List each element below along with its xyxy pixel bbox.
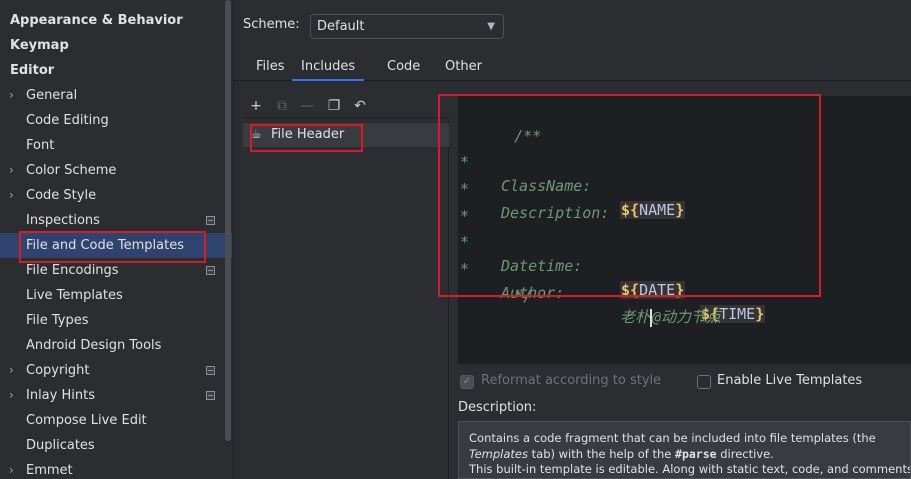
sidebar-item-keymap[interactable]: Keymap bbox=[0, 33, 232, 58]
scheme-select[interactable]: Default ▼ bbox=[310, 14, 504, 39]
highlight-box-editor bbox=[438, 94, 821, 297]
chevron-right-icon[interactable]: › bbox=[9, 458, 14, 479]
sidebar-item-label: Emmet bbox=[26, 463, 73, 478]
project-level-icon bbox=[206, 216, 215, 225]
sidebar-item-android-design-tools[interactable]: Android Design Tools bbox=[0, 333, 232, 358]
sidebar-item-label: File Encodings bbox=[26, 263, 119, 278]
description-line: This built-in template is editable. Alon… bbox=[469, 462, 911, 476]
sidebar-item-file-types[interactable]: File Types bbox=[0, 308, 232, 333]
highlight-box-template bbox=[250, 124, 363, 152]
duplicate-icon[interactable]: ❐ bbox=[325, 97, 343, 115]
chevron-right-icon[interactable]: › bbox=[9, 383, 14, 408]
reset-icon[interactable]: ↶ bbox=[351, 97, 369, 115]
sidebar-item-duplicates[interactable]: Duplicates bbox=[0, 433, 232, 458]
reformat-checkbox[interactable]: ✓ bbox=[460, 375, 474, 389]
description-panel: Contains a code fragment that can be inc… bbox=[458, 421, 911, 479]
tab-code[interactable]: Code bbox=[387, 59, 420, 81]
live-templates-checkbox[interactable] bbox=[697, 375, 711, 389]
sidebar-item-label: Code Style bbox=[26, 188, 97, 203]
sidebar-item-label: Color Scheme bbox=[26, 163, 117, 178]
project-level-icon bbox=[206, 366, 215, 375]
description-label: Description: bbox=[458, 400, 537, 415]
chevron-right-icon[interactable]: › bbox=[9, 158, 14, 183]
description-line: Templates tab) with the help of the #par… bbox=[469, 446, 774, 461]
template-tabs: Files Includes Code Other bbox=[234, 54, 911, 81]
sidebar-item-appearance-behavior[interactable]: Appearance & Behavior bbox=[0, 8, 232, 33]
sidebar-item-compose-live-edit[interactable]: Compose Live Edit bbox=[0, 408, 232, 433]
sidebar-item-label: Compose Live Edit bbox=[26, 413, 147, 428]
sidebar-item-copyright[interactable]: › Copyright bbox=[0, 358, 232, 383]
sidebar-item-label: Android Design Tools bbox=[26, 338, 162, 353]
sidebar-item-live-templates[interactable]: Live Templates bbox=[0, 283, 232, 308]
sidebar-item-label: Font bbox=[26, 138, 55, 153]
chevron-right-icon[interactable]: › bbox=[9, 83, 14, 108]
tab-files[interactable]: Files bbox=[256, 59, 285, 81]
scheme-value: Default bbox=[317, 19, 365, 34]
sidebar-item-label: Editor bbox=[10, 63, 55, 78]
highlight-box-sidebar bbox=[19, 231, 206, 263]
template-options: ✓ Reformat according to style Enable Liv… bbox=[458, 372, 911, 392]
sidebar-item-label: General bbox=[26, 88, 78, 103]
live-templates-label: Enable Live Templates bbox=[717, 373, 863, 388]
sidebar-item-font[interactable]: Font bbox=[0, 133, 232, 158]
sidebar-item-label: Live Templates bbox=[26, 288, 123, 303]
tab-includes[interactable]: Includes bbox=[292, 59, 365, 81]
project-level-icon bbox=[206, 266, 215, 275]
template-list: ☕ File Header bbox=[243, 119, 449, 479]
sidebar-item-code-editing[interactable]: Code Editing bbox=[0, 108, 232, 133]
sidebar-item-label: Copyright bbox=[26, 363, 90, 378]
copy-template-icon[interactable]: ⧉ bbox=[273, 97, 291, 115]
sidebar-item-label: Duplicates bbox=[26, 438, 95, 453]
sidebar-item-label: Keymap bbox=[10, 38, 69, 53]
sidebar-item-label: Inlay Hints bbox=[26, 388, 95, 403]
sidebar-item-label: File Types bbox=[26, 313, 89, 328]
sidebar-item-label: Code Editing bbox=[26, 113, 109, 128]
sidebar-item-emmet[interactable]: › Emmet bbox=[0, 458, 232, 479]
chevron-right-icon[interactable]: › bbox=[9, 358, 14, 383]
project-level-icon bbox=[206, 391, 215, 400]
tab-other[interactable]: Other bbox=[445, 59, 482, 81]
template-toolbar: + ⧉ — ❐ ↶ bbox=[243, 94, 449, 118]
description-line: Contains a code fragment that can be inc… bbox=[469, 431, 876, 445]
sidebar-scrollbar[interactable] bbox=[225, 0, 231, 441]
reformat-label: Reformat according to style bbox=[481, 373, 662, 388]
chevron-right-icon[interactable]: › bbox=[9, 183, 14, 208]
add-icon[interactable]: + bbox=[247, 97, 265, 115]
sidebar-item-label: Appearance & Behavior bbox=[10, 13, 183, 28]
sidebar-item-color-scheme[interactable]: › Color Scheme bbox=[0, 158, 232, 183]
sidebar-item-code-style[interactable]: › Code Style bbox=[0, 183, 232, 208]
remove-icon[interactable]: — bbox=[298, 97, 316, 115]
sidebar-item-inlay-hints[interactable]: › Inlay Hints bbox=[0, 383, 232, 408]
scheme-label: Scheme: bbox=[243, 17, 300, 32]
chevron-down-icon: ▼ bbox=[487, 21, 495, 32]
sidebar-item-general[interactable]: › General bbox=[0, 83, 232, 108]
sidebar-item-inspections[interactable]: Inspections bbox=[0, 208, 232, 233]
sidebar-item-editor[interactable]: Editor bbox=[0, 58, 232, 83]
sidebar-item-label: Inspections bbox=[26, 213, 100, 228]
